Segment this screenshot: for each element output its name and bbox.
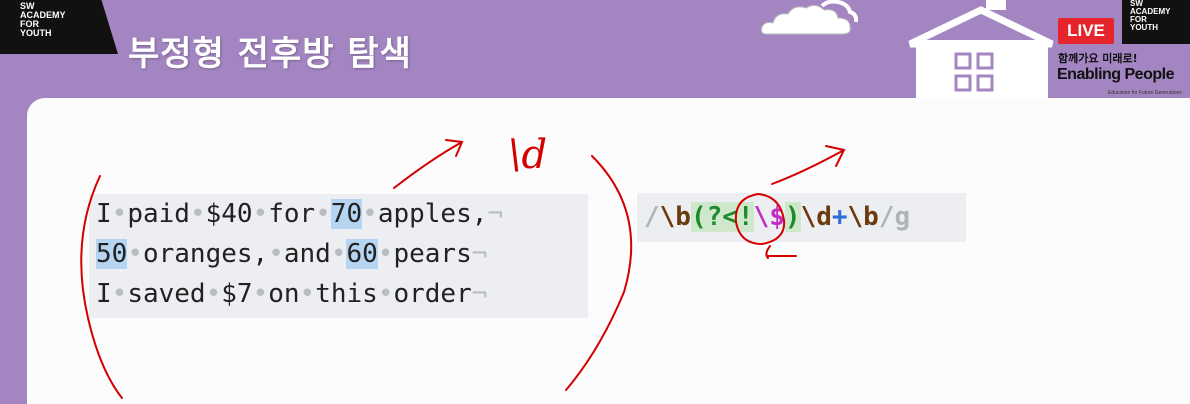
whitespace-marker: • (189, 199, 206, 229)
logo-right-text: SW ACADEMY FOR YOUTH (1130, 0, 1171, 32)
whitespace-marker: • (111, 279, 128, 309)
house-icon (908, 0, 1054, 100)
sample-line-2: 50•oranges,•and•60•pears¬ (96, 234, 487, 274)
regex-token: \d (800, 202, 832, 232)
regex-block: /\b(?<!\$)\d+\b/g (637, 193, 966, 242)
sample-line-3: I•saved•$7•on•this•order¬ (96, 274, 487, 314)
text-token: for (268, 199, 316, 229)
whitespace-marker: ¬ (471, 239, 488, 269)
logo-left-text: SW ACADEMY FOR YOUTH (20, 1, 66, 38)
text-token: order (393, 279, 472, 309)
text-token: $7 (221, 279, 253, 309)
whitespace-marker: • (299, 279, 316, 309)
tagline-brand: Enabling People (1057, 66, 1174, 83)
regex-token: g (894, 202, 911, 232)
regex-token: / (878, 202, 895, 232)
match-highlight: 60 (346, 239, 378, 269)
whitespace-marker: • (315, 199, 331, 229)
text-token: paid (127, 199, 190, 229)
whitespace-marker: ¬ (471, 279, 488, 309)
regex-token: \$ (753, 202, 785, 232)
text-token: on (268, 279, 300, 309)
match-highlight: 70 (330, 199, 363, 229)
cloud-icon (761, 0, 858, 35)
text-token: and (283, 239, 331, 269)
sample-line-1: I•paid•$40•for•70•apples,¬ (96, 194, 503, 234)
whitespace-marker: ¬ (487, 199, 504, 229)
whitespace-marker: • (268, 239, 284, 269)
whitespace-marker: • (362, 199, 378, 229)
text-token: apples, (377, 199, 488, 229)
page-title: 부정형 전후방 탐색 (128, 34, 412, 74)
text-token: I (96, 279, 112, 309)
academy-logo-right: SW ACADEMY FOR YOUTH (1122, 0, 1190, 44)
whitespace-marker: • (377, 279, 394, 309)
text-token: this (315, 279, 378, 309)
whitespace-marker: • (377, 239, 394, 269)
whitespace-marker: • (330, 239, 347, 269)
regex-pattern: /\b(?<!\$)\d+\b/g (644, 197, 910, 237)
regex-token: + (831, 202, 848, 232)
academy-logo-left: SW ACADEMY FOR YOUTH (0, 0, 118, 54)
tagline-small: Education for Future Generations (1108, 90, 1182, 96)
regex-token: \b (847, 202, 879, 232)
text-token: I (96, 199, 112, 229)
text-token: $40 (205, 199, 253, 229)
text-token: oranges, (142, 239, 269, 269)
sample-text-block: I•paid•$40•for•70•apples,¬ 50•oranges,•a… (89, 194, 588, 318)
regex-token: ) (784, 202, 801, 232)
regex-token: / (644, 202, 660, 232)
text-token: saved (127, 279, 206, 309)
whitespace-marker: • (127, 239, 143, 269)
whitespace-marker: • (111, 199, 128, 229)
whitespace-marker: • (252, 279, 269, 309)
regex-token: (?<! (690, 202, 754, 232)
whitespace-marker: • (205, 279, 222, 309)
match-highlight: 50 (96, 239, 128, 269)
regex-token: \b (659, 202, 691, 232)
whitespace-marker: • (252, 199, 269, 229)
live-badge: LIVE (1058, 18, 1114, 44)
text-token: pears (393, 239, 472, 269)
